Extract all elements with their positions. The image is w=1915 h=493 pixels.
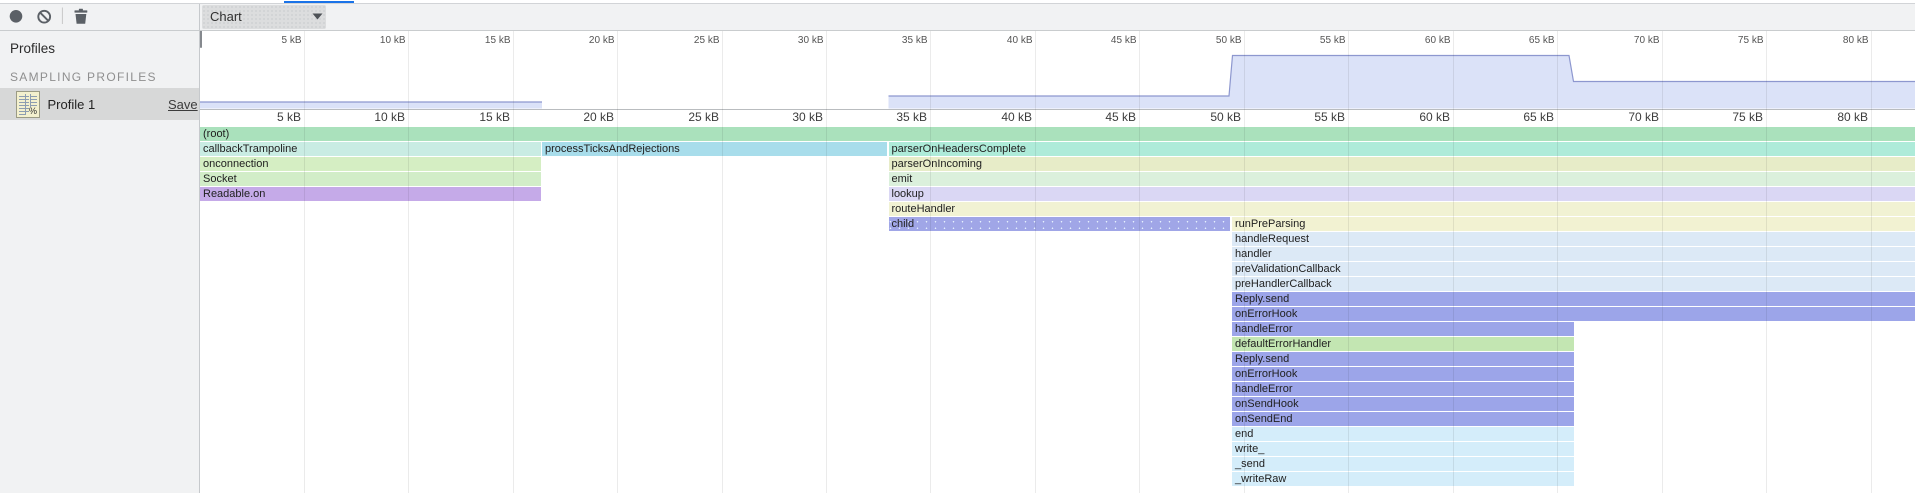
svg-text:%: % <box>29 106 37 116</box>
